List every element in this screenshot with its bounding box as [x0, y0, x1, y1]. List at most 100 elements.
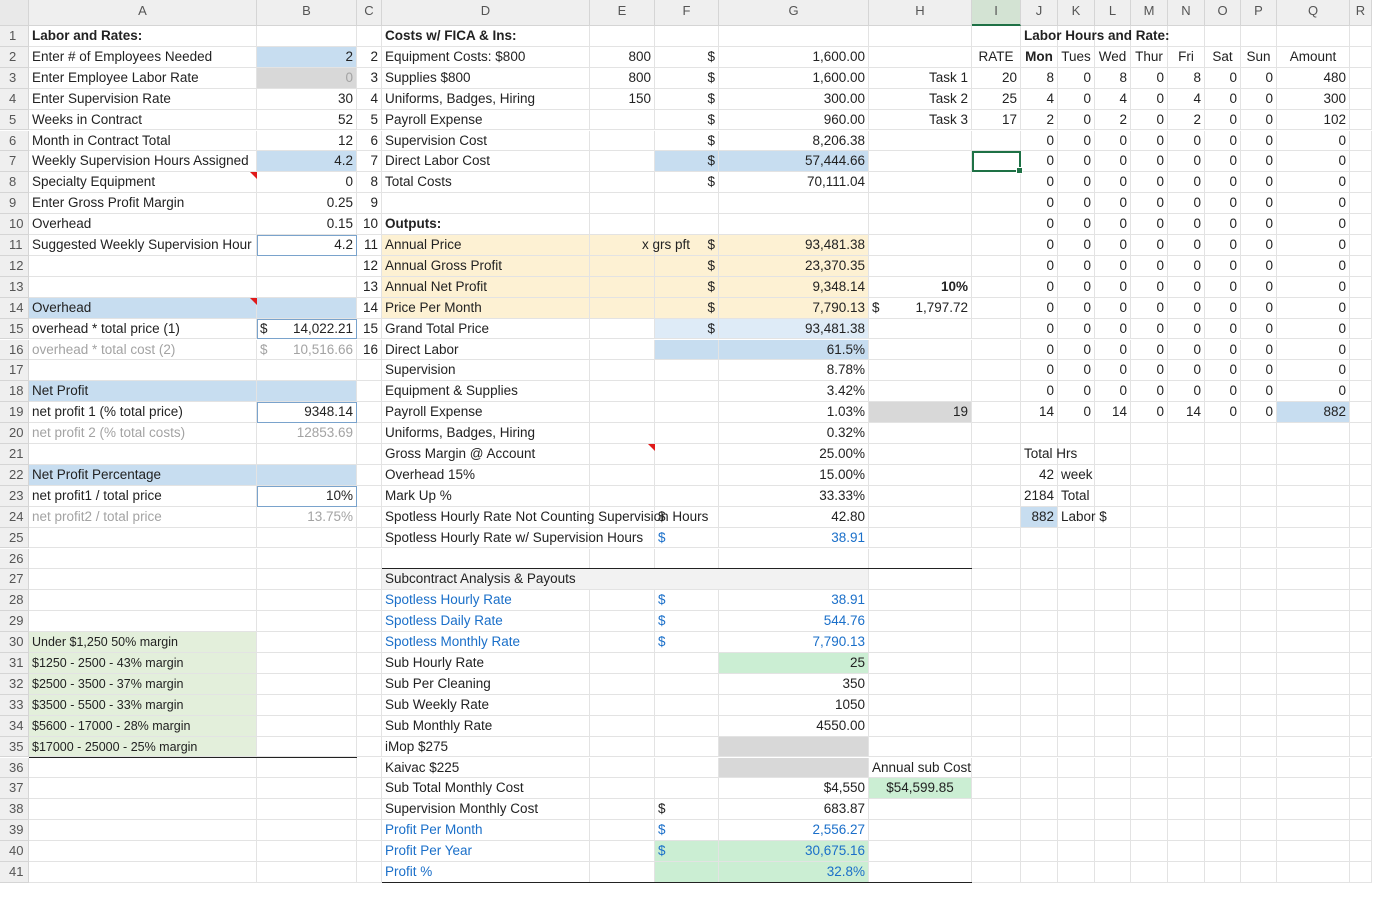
cell-O32[interactable]: [1205, 673, 1241, 695]
cell-Q28[interactable]: [1277, 590, 1350, 612]
percent-label[interactable]: Overhead 15%: [382, 464, 590, 486]
total-label[interactable]: Total: [1058, 485, 1095, 507]
cost-unit-value[interactable]: [590, 109, 655, 131]
cell-R18[interactable]: [1350, 381, 1372, 403]
empty-day-hours[interactable]: 0: [1205, 214, 1241, 235]
column-header-F[interactable]: F: [655, 0, 719, 26]
subcontract-label[interactable]: Sub Per Cleaning: [382, 673, 590, 695]
percent-value[interactable]: 15.00%: [719, 464, 869, 486]
output-line-number[interactable]: 13: [357, 276, 382, 298]
cell-M28[interactable]: [1131, 590, 1168, 612]
cell-E31[interactable]: [590, 653, 655, 674]
empty-day-hours[interactable]: 0: [1241, 360, 1277, 382]
cell-R5[interactable]: [1350, 109, 1372, 131]
empty-day-hours[interactable]: 0: [1021, 255, 1058, 277]
cell-J28[interactable]: [1021, 590, 1058, 612]
margin-tier-label[interactable]: $1250 - 2500 - 43% margin: [29, 653, 257, 674]
net-profit-1-label[interactable]: net profit 1 (% total price): [29, 402, 257, 424]
cell-K40[interactable]: [1058, 841, 1095, 862]
subcontract-label[interactable]: Kaivac $225: [382, 757, 590, 779]
cell-R13[interactable]: [1350, 276, 1372, 298]
cell-L31[interactable]: [1095, 653, 1131, 674]
cell-Q25[interactable]: [1277, 527, 1350, 549]
costs-title[interactable]: Costs w/ FICA & Ins:: [382, 26, 590, 47]
output-amount[interactable]: 93,481.38: [719, 235, 869, 256]
empty-day-hours[interactable]: 0: [1168, 235, 1205, 256]
cell-R8[interactable]: [1350, 172, 1372, 194]
empty-day-hours[interactable]: 0: [1205, 151, 1241, 173]
empty-day-hours[interactable]: 0: [1058, 214, 1095, 235]
empty-day-hours[interactable]: 0: [1021, 151, 1058, 173]
cell-A38[interactable]: [29, 799, 257, 821]
labor-label[interactable]: Suggested Weekly Supervision Hour: [29, 235, 257, 256]
subcontract-value[interactable]: 25: [719, 653, 869, 674]
cell-N33[interactable]: [1168, 694, 1205, 716]
empty-day-hours[interactable]: 0: [1205, 297, 1241, 319]
task-day-hours[interactable]: 8: [1095, 67, 1131, 89]
cell-C36[interactable]: [357, 757, 382, 779]
cell-H41[interactable]: [869, 862, 972, 883]
cell-A17[interactable]: [29, 360, 257, 382]
empty-amount[interactable]: 0: [1277, 360, 1350, 382]
empty-day-hours[interactable]: 0: [1241, 214, 1277, 235]
empty-day-hours[interactable]: 0: [1058, 318, 1095, 340]
cell-E40[interactable]: [590, 841, 655, 862]
cell-I19[interactable]: [972, 402, 1021, 424]
cell-O37[interactable]: [1205, 778, 1241, 800]
cell-N32[interactable]: [1168, 673, 1205, 695]
cell-N21[interactable]: [1168, 444, 1205, 465]
percent-label[interactable]: Supervision: [382, 360, 590, 382]
row-header-36[interactable]: 36: [0, 757, 29, 779]
cell-H11[interactable]: [869, 235, 972, 256]
hourly-rate-with-supervision[interactable]: 38.91: [719, 527, 869, 549]
day-header[interactable]: Sat: [1205, 46, 1241, 68]
empty-day-hours[interactable]: 0: [1058, 297, 1095, 319]
cell-E34[interactable]: [590, 715, 655, 737]
cell-A41[interactable]: [29, 862, 257, 883]
cell-F18[interactable]: [655, 381, 719, 403]
empty-day-hours[interactable]: 0: [1168, 151, 1205, 173]
cell-L23[interactable]: [1095, 485, 1131, 507]
task-name[interactable]: Task 2: [869, 88, 972, 110]
cell-C33[interactable]: [357, 694, 382, 716]
cell-E19[interactable]: [590, 402, 655, 424]
percent-label[interactable]: Mark Up %: [382, 485, 590, 507]
empty-day-hours[interactable]: 0: [1205, 360, 1241, 382]
row-header-16[interactable]: 16: [0, 339, 29, 361]
cell-M41[interactable]: [1131, 862, 1168, 883]
row-header-2[interactable]: 2: [0, 46, 29, 68]
cost-line-number[interactable]: 3: [357, 67, 382, 89]
empty-day-hours[interactable]: 0: [1131, 172, 1168, 194]
cell-H26[interactable]: [869, 548, 972, 570]
day-header[interactable]: Mon: [1021, 46, 1058, 68]
currency-symbol[interactable]: $: [655, 67, 719, 89]
cell-H25[interactable]: [869, 527, 972, 549]
empty-amount[interactable]: 0: [1277, 214, 1350, 235]
cell-J27[interactable]: [1021, 569, 1058, 591]
row-header-7[interactable]: 7: [0, 151, 29, 173]
output-fill[interactable]: [590, 297, 655, 319]
cell-I11[interactable]: [972, 235, 1021, 256]
row-header-11[interactable]: 11: [0, 235, 29, 256]
margin-tier-label[interactable]: $17000 - 25000 - 25% margin: [29, 736, 257, 758]
cell-B27[interactable]: [257, 569, 357, 591]
cell-N28[interactable]: [1168, 590, 1205, 612]
cell-B36[interactable]: [257, 757, 357, 779]
net-profit-pct-header-fill[interactable]: [257, 464, 357, 486]
cell-Q26[interactable]: [1277, 548, 1350, 570]
cell-F20[interactable]: [655, 423, 719, 444]
empty-day-hours[interactable]: 0: [1095, 381, 1131, 403]
empty-day-hours[interactable]: 0: [1058, 276, 1095, 298]
task-day-hours[interactable]: 0: [1241, 109, 1277, 131]
cell-H38[interactable]: [869, 799, 972, 821]
row-header-14[interactable]: 14: [0, 297, 29, 319]
cell-P1[interactable]: [1241, 26, 1277, 47]
cost-amount[interactable]: 960.00: [719, 109, 869, 131]
cell-M36[interactable]: [1131, 757, 1168, 779]
cell-B25[interactable]: [257, 527, 357, 549]
empty-day-hours[interactable]: 0: [1095, 151, 1131, 173]
cell-L40[interactable]: [1095, 841, 1131, 862]
cell-M24[interactable]: [1131, 506, 1168, 528]
empty-day-hours[interactable]: 0: [1131, 193, 1168, 215]
cell-Q39[interactable]: [1277, 820, 1350, 842]
